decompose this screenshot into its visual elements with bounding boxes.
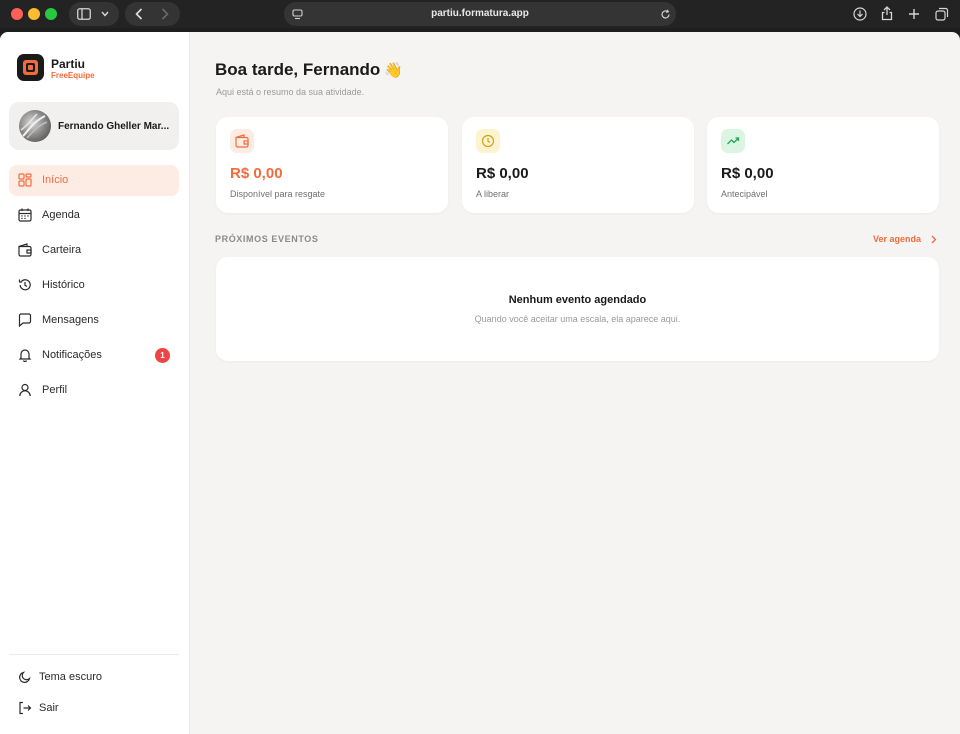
balance-card-anticipatable[interactable]: R$ 0,00 Antecipável (707, 117, 939, 213)
notification-badge: 1 (155, 348, 170, 363)
url-text: partiu.formatura.app (431, 8, 529, 19)
sidebar-item-label: Agenda (42, 209, 80, 221)
avatar-photo-icon (20, 113, 48, 139)
forward-icon[interactable] (161, 8, 169, 20)
greeting-text: Boa tarde, Fernando (215, 60, 381, 79)
view-agenda-label: Ver agenda (873, 234, 922, 244)
app-window: Partiu FreeEquipe Fernando Gheller Mar..… (0, 32, 960, 734)
card-icon-box (476, 129, 500, 153)
sidebar-item-label: Tema escuro (39, 671, 102, 683)
sidebar-item-notificacoes[interactable]: Notificações 1 (9, 340, 179, 371)
events-empty-state: Nenhum evento agendado Quando você aceit… (216, 257, 939, 361)
brand-logo[interactable] (17, 54, 44, 81)
sidebar-item-label: Histórico (42, 279, 85, 291)
card-icon-box (721, 129, 745, 153)
wallet-icon (235, 134, 249, 148)
calendar-icon (18, 208, 32, 222)
new-tab-icon[interactable] (908, 8, 920, 20)
chevron-down-icon (101, 11, 109, 17)
history-icon (18, 279, 31, 291)
sidebar-item-label: Notificações (42, 349, 102, 361)
sidebar-item-label: Início (42, 174, 69, 186)
back-icon[interactable] (135, 8, 143, 20)
address-bar[interactable]: partiu.formatura.app (284, 2, 676, 26)
clock-icon (481, 134, 495, 148)
sidebar-item-inicio[interactable]: Início (9, 165, 179, 196)
tabs-overview-icon[interactable] (935, 7, 949, 21)
card-value: R$ 0,00 (721, 165, 774, 182)
bell-icon (18, 349, 32, 362)
wallet-icon (18, 243, 32, 257)
card-value: R$ 0,00 (230, 165, 283, 182)
grid-icon (18, 173, 32, 187)
sidebar-item-perfil[interactable]: Perfil (9, 375, 179, 406)
trending-up-icon (727, 137, 740, 145)
logout-icon (19, 701, 32, 715)
sidebar-icon (77, 8, 91, 20)
sidebar-item-label: Sair (39, 702, 59, 714)
card-value: R$ 0,00 (476, 165, 529, 182)
page-title: Boa tarde, Fernando 👋 (215, 60, 403, 80)
download-icon[interactable] (853, 7, 867, 21)
sidebar-divider (9, 654, 179, 655)
card-label: Disponível para resgate (230, 189, 326, 199)
profile-card[interactable]: Fernando Gheller Mar... (9, 102, 179, 150)
view-agenda-link[interactable]: Ver agenda (873, 234, 937, 244)
empty-state-title: Nenhum evento agendado (508, 294, 647, 306)
dark-theme-toggle[interactable]: Tema escuro (9, 662, 179, 693)
user-icon (19, 383, 31, 397)
sidebar-item-label: Perfil (42, 384, 68, 396)
sidebar-item-label: Mensagens (42, 314, 99, 326)
avatar (19, 110, 51, 142)
brand-subtitle: FreeEquipe (51, 71, 95, 80)
reload-icon[interactable] (660, 9, 671, 20)
minimize-window-button[interactable] (28, 8, 40, 20)
events-section-title: PRÓXIMOS EVENTOS (215, 234, 319, 244)
balance-card-pending[interactable]: R$ 0,00 A liberar (462, 117, 694, 213)
share-icon[interactable] (881, 6, 893, 21)
card-label: A liberar (476, 189, 510, 199)
sidebar-toggle-button[interactable] (69, 2, 119, 26)
sidebar-item-mensagens[interactable]: Mensagens (9, 305, 179, 336)
nav-buttons (125, 2, 180, 26)
chevron-right-icon (931, 235, 937, 244)
zoom-window-button[interactable] (45, 8, 57, 20)
sidebar-item-carteira[interactable]: Carteira (9, 235, 179, 266)
balance-card-available[interactable]: R$ 0,00 Disponível para resgate (216, 117, 448, 213)
logo-mark-icon (23, 60, 38, 75)
empty-state-subtitle: Quando você aceitar uma escala, ela apar… (474, 314, 681, 324)
wave-emoji: 👋 (384, 62, 403, 79)
sidebar-item-agenda[interactable]: Agenda (9, 200, 179, 231)
card-icon-box (230, 129, 254, 153)
card-label: Antecipável (721, 189, 768, 199)
sidebar-item-label: Carteira (42, 244, 82, 256)
brand-name: Partiu (51, 57, 86, 71)
sidebar: Partiu FreeEquipe Fernando Gheller Mar..… (0, 32, 190, 734)
profile-name: Fernando Gheller Mar... (58, 121, 170, 132)
browser-toolbar: partiu.formatura.app (0, 0, 960, 28)
moon-icon (19, 671, 31, 683)
sidebar-item-historico[interactable]: Histórico (9, 270, 179, 301)
logout-button[interactable]: Sair (9, 693, 179, 724)
page-subtitle: Aqui está o resumo da sua atividade. (216, 87, 365, 97)
close-window-button[interactable] (11, 8, 23, 20)
message-icon (18, 313, 32, 327)
